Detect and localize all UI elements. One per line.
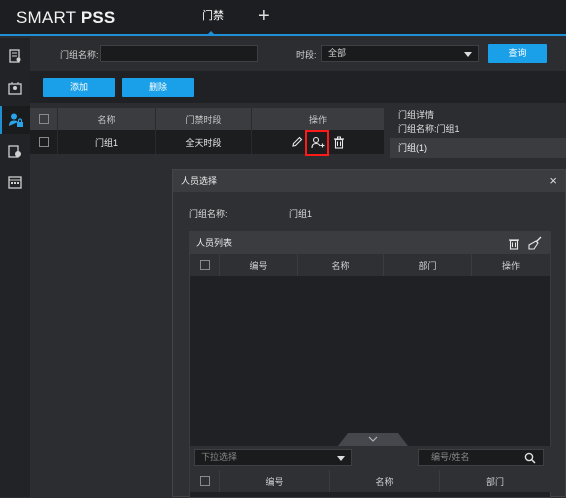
person-header-id: 编号 <box>220 254 298 276</box>
add-button[interactable]: 添加 <box>43 78 115 97</box>
trash-icon[interactable] <box>508 237 520 250</box>
group-name-input[interactable] <box>100 45 258 62</box>
detail-group-name: 门组名称:门组1 <box>398 124 460 134</box>
delete-button[interactable]: 删除 <box>122 78 194 97</box>
action-bar: 添加 删除 <box>30 71 566 103</box>
table-row[interactable]: 门组1 全天时段 <box>30 130 384 154</box>
close-icon[interactable]: × <box>549 174 557 187</box>
person-list-panel: 人员列表 编号 名称 部门 操作 下拉选择 编号/姓名 编号 名称 部门 <box>189 231 552 498</box>
select-all-checkbox[interactable] <box>38 114 49 124</box>
sidebar-item-device[interactable] <box>0 42 30 70</box>
schedule-icon <box>8 176 22 189</box>
record-icon <box>8 145 21 158</box>
person-select-all-cell <box>190 254 220 276</box>
door-icon <box>8 82 22 95</box>
group-detail-panel: 门组详情 门组名称:门组1 门组(1) <box>390 108 566 158</box>
search-icon[interactable] <box>524 452 536 464</box>
query-button[interactable]: 查询 <box>488 44 547 63</box>
candidate-header-id: 编号 <box>220 470 330 492</box>
candidate-select-all-cell <box>190 470 220 492</box>
collapse-handle[interactable] <box>338 432 408 446</box>
device-icon <box>9 49 21 63</box>
detail-selected-group[interactable]: 门组(1) <box>390 138 566 158</box>
app-logo: SMART PSS <box>16 8 116 27</box>
candidate-select-all-checkbox[interactable] <box>199 476 210 486</box>
sidebar-item-door[interactable] <box>0 74 30 102</box>
person-select-all-checkbox[interactable] <box>199 260 210 270</box>
candidate-header-dept: 部门 <box>485 476 504 487</box>
search-bar: 下拉选择 编号/姓名 <box>190 446 552 470</box>
detail-title: 门组详情 <box>398 110 435 120</box>
period-select[interactable]: 全部 <box>321 45 479 62</box>
chevron-down-icon <box>464 52 472 57</box>
dialog-header: 人员选择 × <box>173 170 565 192</box>
dialog-group-name-value: 门组1 <box>289 209 313 219</box>
row-checkbox[interactable] <box>38 137 49 147</box>
person-list-title: 人员列表 <box>196 238 233 248</box>
header-name: 名称 <box>58 108 156 130</box>
header-period: 门禁时段 <box>156 108 252 130</box>
person-header-dept: 部门 <box>384 254 472 276</box>
person-table-header: 编号 名称 部门 操作 <box>190 254 550 276</box>
header-actions: 操作 <box>308 114 327 125</box>
sidebar <box>0 38 30 497</box>
dialog-title: 人员选择 <box>181 176 218 186</box>
search-input[interactable]: 编号/姓名 <box>418 449 544 466</box>
sidebar-item-schedule[interactable] <box>0 168 30 196</box>
filter-bar: 门组名称: 时段: 全部 查询 <box>30 38 566 71</box>
dialog-group-name-label: 门组名称: <box>189 209 228 219</box>
person-lock-icon <box>9 113 23 127</box>
candidate-header-name: 名称 <box>330 470 440 492</box>
select-all-checkbox-cell <box>30 108 58 130</box>
sidebar-item-person-lock[interactable] <box>0 106 30 134</box>
group-name-label: 门组名称: <box>60 50 99 60</box>
edit-pencil-icon[interactable] <box>291 136 303 148</box>
tab-access-control[interactable]: 门禁 <box>188 0 238 36</box>
person-header-name: 名称 <box>298 254 384 276</box>
person-list-header: 人员列表 <box>190 232 550 254</box>
top-bar: SMART PSS 门禁 + <box>0 0 566 36</box>
person-header-actions: 操作 <box>501 260 520 271</box>
department-dropdown[interactable]: 下拉选择 <box>194 449 352 466</box>
chevron-down-icon <box>337 456 345 461</box>
period-label: 时段: <box>296 50 317 60</box>
person-select-dialog: 人员选择 × 门组名称: 门组1 人员列表 编号 名称 部门 操作 下拉选择 编… <box>172 169 566 498</box>
table-header: 名称 门禁时段 操作 <box>30 108 384 130</box>
add-tab-button[interactable]: + <box>258 6 270 26</box>
sidebar-item-record[interactable] <box>0 138 30 166</box>
row-period: 全天时段 <box>156 130 252 154</box>
clear-broom-icon[interactable] <box>528 236 542 250</box>
trash-icon[interactable] <box>333 136 345 149</box>
door-group-table: 名称 门禁时段 操作 门组1 全天时段 <box>30 108 384 154</box>
row-name: 门组1 <box>58 130 156 154</box>
row-checkbox-cell <box>30 130 58 154</box>
highlight-box <box>305 130 329 156</box>
candidate-table-header: 编号 名称 部门 <box>190 470 552 492</box>
